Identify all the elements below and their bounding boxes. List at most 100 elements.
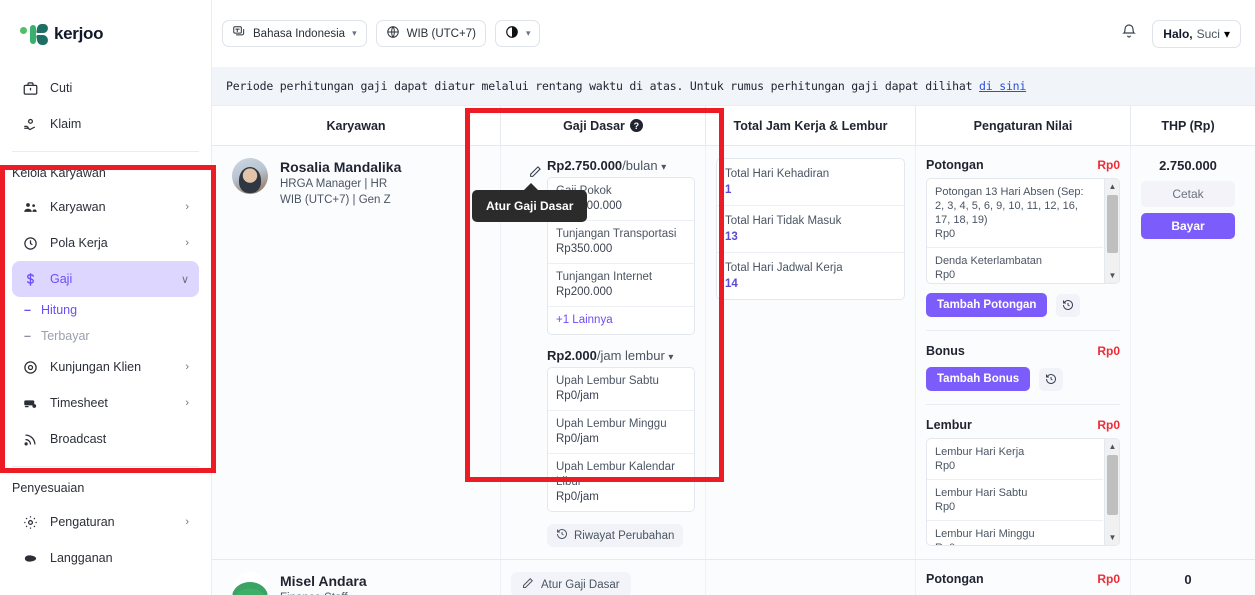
sidebar-item-kunjungan-klien[interactable]: Kunjungan Klien › — [12, 349, 199, 385]
sidebar-nav: Cuti Klaim Kelola Karyawan Karyawan › Po… — [0, 68, 211, 595]
sidebar-item-broadcast[interactable]: Broadcast — [12, 421, 199, 457]
scrollbar-thumb[interactable] — [1107, 455, 1118, 515]
potongan-amount: Rp0 — [1097, 158, 1120, 172]
bonus-amount: Rp0 — [1097, 344, 1120, 358]
kerjoo-logo-icon — [20, 23, 50, 45]
employee-meta: WIB (UTC+7) | Gen Z — [280, 194, 391, 206]
list-item: Upah Lembur Kalendar Libur Rp0/jam — [548, 454, 694, 511]
bayar-button[interactable]: Bayar — [1141, 213, 1235, 239]
scrollbar[interactable]: ▲ ▼ — [1104, 439, 1119, 545]
users-icon — [22, 199, 39, 216]
bonus-header: Bonus Rp0 — [926, 344, 1120, 358]
list-item-more[interactable]: +1 Lainnya — [548, 307, 694, 334]
theme-toggle[interactable]: ▾ — [494, 20, 541, 47]
column-header-label: Gaji Dasar — [563, 118, 625, 133]
scroll-up-icon[interactable]: ▲ — [1105, 439, 1119, 454]
user-menu[interactable]: Halo, Suci ▾ — [1152, 19, 1241, 48]
broadcast-icon — [22, 431, 39, 448]
timesheet-icon — [22, 395, 39, 412]
payroll-table: Karyawan Gaji Dasar ? Total Jam Kerja & … — [212, 106, 1255, 595]
tag-icon — [22, 550, 39, 567]
sidebar-item-gaji[interactable]: Gaji ∨ — [12, 261, 199, 297]
employee-name: Misel Andara — [280, 573, 367, 589]
riwayat-perubahan-button[interactable]: Riwayat Perubahan — [547, 524, 684, 547]
avatar — [232, 572, 268, 595]
potongan-actions: Tambah Potongan — [926, 293, 1120, 317]
sidebar-item-klaim[interactable]: Klaim — [12, 106, 199, 142]
component-label: Upah Lembur Kalendar Libur — [556, 461, 675, 488]
employee-role: HRGA Manager | HR — [280, 178, 388, 190]
sidebar-item-cuti[interactable]: Cuti — [12, 70, 199, 106]
main-content: Bahasa Indonesia ▾ WIB (UTC+7) ▾ Halo, S… — [212, 0, 1255, 595]
lembur-label: Lembur Hari Minggu — [935, 528, 1035, 540]
divider — [926, 330, 1120, 331]
lembur-amount-row[interactable]: Rp2.000/jam lembur ▾ — [547, 348, 695, 363]
sidebar-item-label: Karyawan — [50, 200, 106, 214]
column-header-pengaturan-nilai: Pengaturan Nilai — [915, 106, 1130, 146]
sidebar-subitem-terbayar[interactable]: – Terbayar — [12, 323, 199, 349]
lembur-scroll-area[interactable]: Lembur Hari Kerja Rp0 Lembur Hari Sabtu … — [926, 438, 1120, 546]
cetak-button[interactable]: Cetak — [1141, 181, 1235, 207]
lembur-value: Rp0 — [935, 460, 956, 472]
sidebar-item-timesheet[interactable]: Timesheet › — [12, 385, 199, 421]
sidebar-subitem-hitung[interactable]: – Hitung — [12, 297, 199, 323]
notifications-button[interactable] — [1115, 20, 1143, 48]
location-pin-icon — [22, 359, 39, 376]
chevron-down-icon[interactable]: ▾ — [668, 352, 673, 363]
column-header-gaji-dasar: Gaji Dasar ? — [500, 106, 705, 146]
sidebar-item-langganan[interactable]: Langganan — [12, 540, 199, 576]
briefcase-icon — [22, 80, 39, 97]
timezone-label: WIB (UTC+7) — [406, 27, 476, 40]
timezone-selector[interactable]: WIB (UTC+7) — [375, 20, 486, 47]
lembur-unit: /jam lembur — [596, 348, 665, 363]
scrollbar-thumb[interactable] — [1107, 195, 1118, 253]
clock-icon — [22, 235, 39, 252]
divider-2 — [926, 404, 1120, 405]
sidebar-group-penyesuaian: Penyesuaian — [12, 481, 85, 495]
potongan-scroll-area[interactable]: Potongan 13 Hari Absen (Sep: 2, 3, 4, 5,… — [926, 178, 1120, 284]
help-icon[interactable]: ? — [629, 119, 643, 132]
potongan-header: Potongan Rp0 — [926, 158, 1120, 172]
tambah-bonus-button[interactable]: Tambah Bonus — [926, 367, 1031, 391]
edit-pencil-icon[interactable] — [529, 165, 543, 181]
component-label: Upah Lembur Sabtu — [556, 375, 659, 387]
potongan-history-icon[interactable] — [1056, 293, 1081, 317]
tambah-potongan-button[interactable]: Tambah Potongan — [926, 293, 1048, 317]
cell-pengaturan-nilai: Potongan Rp0 — [915, 560, 1130, 595]
scroll-down-icon[interactable]: ▼ — [1105, 530, 1119, 545]
potongan-title: Potongan — [926, 572, 984, 586]
chevron-right-icon: › — [185, 237, 189, 249]
scroll-up-icon[interactable]: ▲ — [1105, 179, 1119, 194]
component-label: Tunjangan Internet — [556, 271, 653, 283]
list-item: Total Hari Kehadiran 1 — [717, 159, 904, 206]
potongan-label: Potongan 13 Hari Absen (Sep: 2, 3, 4, 5,… — [935, 186, 1084, 226]
language-selector[interactable]: Bahasa Indonesia ▾ — [222, 20, 367, 47]
scrollbar[interactable]: ▲ ▼ — [1104, 179, 1119, 283]
sidebar-item-label: Pola Kerja — [50, 236, 108, 250]
scroll-down-icon[interactable]: ▼ — [1105, 268, 1119, 283]
stat-value: 13 — [725, 231, 738, 243]
sidebar-item-pola-kerja[interactable]: Pola Kerja › — [12, 225, 199, 261]
sidebar-divider — [12, 151, 199, 152]
brand-logo[interactable]: kerjoo — [0, 0, 211, 68]
gaji-dasar-amount-row[interactable]: Rp2.750.000/bulan ▾ — [547, 158, 695, 173]
component-value: Rp350.000 — [556, 243, 613, 255]
bonus-history-icon[interactable] — [1039, 367, 1064, 391]
component-value: Rp0/jam — [556, 491, 599, 503]
history-icon — [556, 528, 568, 543]
chevron-down-icon[interactable]: ▾ — [661, 162, 666, 173]
chevron-right-icon: › — [185, 361, 189, 373]
employee-info: Rosalia Mandalika HRGA Manager | HR WIB … — [222, 158, 490, 208]
potongan-value: Rp0 — [935, 228, 956, 240]
list-item: Upah Lembur Sabtu Rp0/jam — [548, 368, 694, 411]
sidebar-item-pengaturan[interactable]: Pengaturan › — [12, 504, 199, 540]
edit-pencil-icon — [522, 577, 534, 592]
cell-gaji-dasar: Atur Gaji Dasar — [500, 560, 705, 595]
cell-thp: 2.750.000 Cetak Bayar — [1130, 146, 1245, 559]
language-label: Bahasa Indonesia — [253, 27, 346, 40]
info-banner-link[interactable]: di sini — [979, 79, 1026, 93]
sidebar-item-karyawan[interactable]: Karyawan › — [12, 189, 199, 225]
atur-gaji-dasar-button[interactable]: Atur Gaji Dasar — [511, 572, 631, 595]
cell-karyawan: Rosalia Mandalika HRGA Manager | HR WIB … — [212, 146, 500, 559]
sidebar-subitem-label: Terbayar — [40, 329, 90, 343]
